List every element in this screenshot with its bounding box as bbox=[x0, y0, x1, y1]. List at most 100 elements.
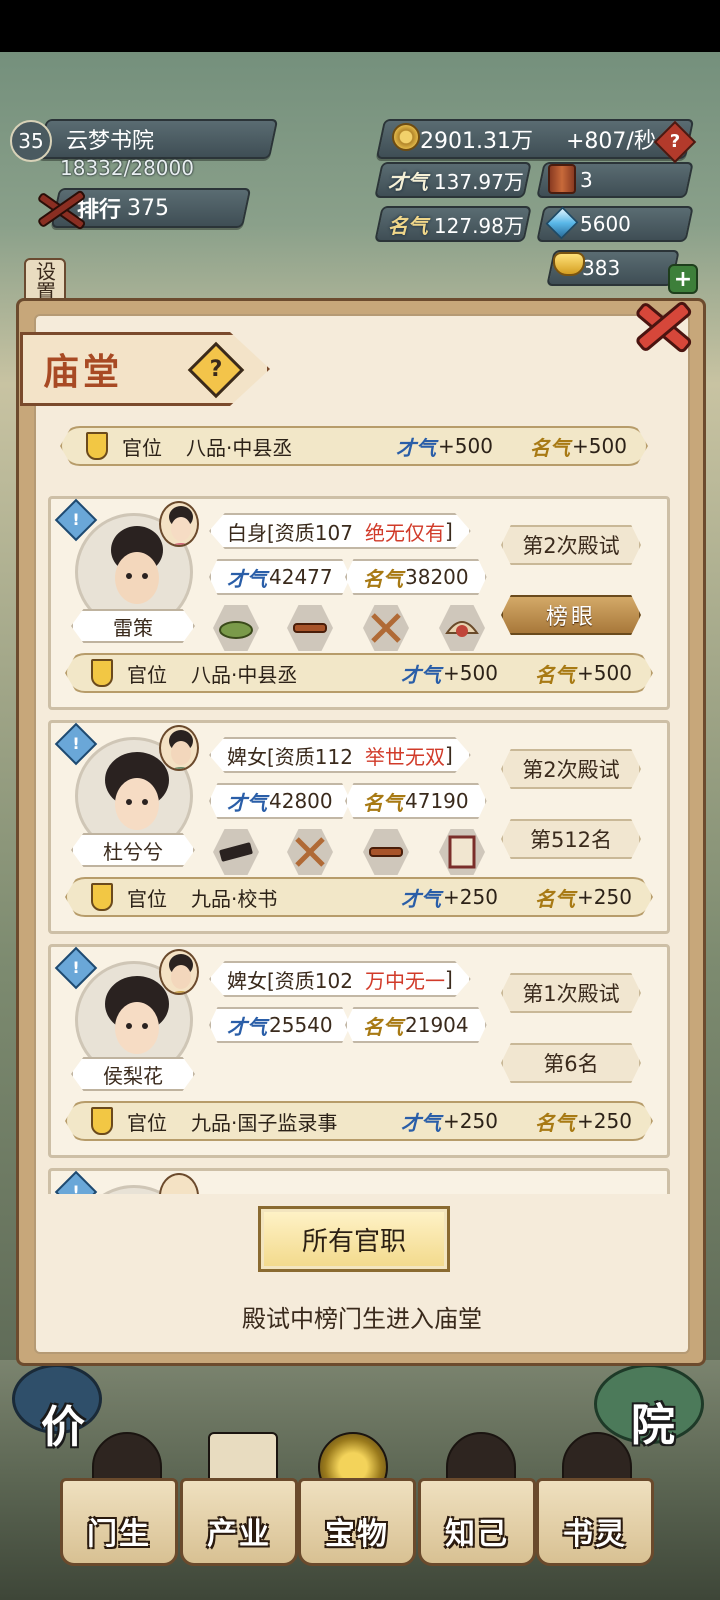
post-fame: 名气 +250 bbox=[535, 883, 632, 912]
fame-tag: 名气 38200 bbox=[345, 559, 487, 595]
scroll-frame-icon[interactable] bbox=[439, 829, 485, 875]
post-talent-value: +500 bbox=[438, 434, 493, 458]
post-talent-value: +250 bbox=[443, 885, 498, 909]
quality: 绝无仅有 bbox=[364, 520, 445, 545]
student-name: 雷策 bbox=[71, 609, 195, 643]
talent-label: 才气 bbox=[401, 662, 441, 687]
student-list[interactable]: 官位 八品·中县丞 才气 +500 名气 +500 ! 雷策 白身 [资质107 绝无仅… bbox=[46, 412, 674, 1194]
side-button-right[interactable]: 院 bbox=[594, 1364, 704, 1451]
placement-badge: 榜眼 bbox=[501, 595, 641, 635]
post-row: 官位 八品·中县丞 才气 +500 名气 +500 bbox=[65, 653, 653, 693]
talent-value: 42800 bbox=[269, 789, 333, 813]
coin-rate: +807/秒 bbox=[566, 129, 656, 154]
nav-book-spirits-label: 书灵 bbox=[563, 1517, 627, 1552]
student-name: 杜兮兮 bbox=[71, 833, 195, 867]
post-label: 官位 bbox=[127, 1110, 167, 1135]
nav-treasures[interactable]: 宝物 bbox=[298, 1478, 416, 1566]
talent-tag: 才气 42477 bbox=[209, 559, 351, 595]
nav-treasures-label: 宝物 bbox=[325, 1517, 389, 1552]
tag-close: ] bbox=[444, 519, 453, 543]
fame-label: 名气 bbox=[363, 790, 403, 815]
exam-tag: 第2次殿试 bbox=[501, 749, 641, 789]
talent-value: 42477 bbox=[269, 565, 333, 589]
status: 白身 bbox=[227, 520, 267, 545]
coins-value: 2901.31万 bbox=[420, 129, 533, 154]
post-row: 官位 九品·校书 才气 +250 名气 +250 bbox=[65, 877, 653, 917]
aptitude: [资质107 bbox=[267, 520, 353, 545]
coin-icon bbox=[392, 123, 420, 151]
fame-value: 38200 bbox=[405, 565, 469, 589]
student-name: 侯梨花 bbox=[71, 1057, 195, 1091]
crossed-swords-icon[interactable] bbox=[363, 605, 409, 651]
level-value: 35 bbox=[18, 129, 44, 153]
help-glyph: ? bbox=[209, 357, 223, 382]
nav-book-spirits[interactable]: 书灵 bbox=[536, 1478, 654, 1566]
post-label: 官位 bbox=[127, 886, 167, 911]
talent-label: 才气 bbox=[401, 886, 441, 911]
placement-badge: 第6名 bbox=[501, 1043, 641, 1083]
talent-label: 才气 bbox=[396, 435, 436, 460]
ink-stick-icon[interactable] bbox=[213, 829, 259, 875]
talent-tag: 才气 42800 bbox=[209, 783, 351, 819]
side-button-left[interactable]: 价 bbox=[12, 1364, 102, 1453]
fame-value: 21904 bbox=[405, 1013, 469, 1037]
student-status-tag: 婢女 [资质112 举世无双] bbox=[209, 737, 471, 773]
student-card[interactable]: ! 侯梨花 婢女 [资质102 万中无一] 才气 25540 名气 21904 第1次殿… bbox=[48, 944, 670, 1158]
post-talent: 才气 +250 bbox=[401, 883, 498, 912]
fame-tag: 名气 21904 bbox=[345, 1007, 487, 1043]
crossed-swords-icon[interactable] bbox=[287, 829, 333, 875]
fame-tag: 名气 47190 bbox=[345, 783, 487, 819]
post-fame-value: +500 bbox=[572, 434, 627, 458]
quality: 万中无一 bbox=[364, 968, 445, 993]
talent-value: 137.97万 bbox=[434, 169, 524, 194]
post-label: 官位 bbox=[127, 662, 167, 687]
tag-close: ] bbox=[444, 967, 453, 991]
post-label: 官位 bbox=[122, 435, 162, 460]
fame-plate: 名气 127.98万 bbox=[374, 206, 532, 242]
ranking-value: 375 bbox=[127, 195, 170, 221]
post-fame-value: +500 bbox=[577, 661, 632, 685]
placement-badge: 第512名 bbox=[501, 819, 641, 859]
exam-tag: 第1次殿试 bbox=[501, 973, 641, 1013]
quality: 举世无双 bbox=[364, 744, 445, 769]
post-talent-value: +500 bbox=[443, 661, 498, 685]
student-card[interactable]: ! bbox=[48, 1168, 670, 1194]
nav-students-label: 门生 bbox=[87, 1517, 151, 1552]
post-value: 八品·中县丞 bbox=[186, 435, 293, 460]
nav-students[interactable]: 门生 bbox=[60, 1478, 178, 1566]
post-fame-value: +250 bbox=[577, 1109, 632, 1133]
exam-tag: 第2次殿试 bbox=[501, 525, 641, 565]
academy-name: 云梦书院 bbox=[66, 129, 155, 154]
flute-icon[interactable] bbox=[287, 605, 333, 651]
fame-label: 名气 bbox=[388, 213, 428, 238]
aptitude: [资质112 bbox=[267, 744, 353, 769]
academy-progress: 18332/28000 bbox=[60, 156, 194, 180]
tag-close: ] bbox=[444, 743, 453, 767]
nav-industry-label: 产业 bbox=[207, 1517, 271, 1552]
flute-icon[interactable] bbox=[363, 829, 409, 875]
food-plate-icon[interactable] bbox=[213, 605, 259, 651]
scroll-icon bbox=[548, 164, 576, 194]
post-fame-value: +250 bbox=[577, 885, 632, 909]
panel-title: 庙堂 bbox=[43, 352, 124, 393]
add-ingot-button[interactable]: + bbox=[668, 264, 698, 294]
post-fame: 名气 +500 bbox=[535, 659, 632, 688]
nav-industry[interactable]: 产业 bbox=[180, 1478, 298, 1566]
student-card[interactable]: ! 杜兮兮 婢女 [资质112 举世无双] 才气 42800 名气 47190 第2次殿… bbox=[48, 720, 670, 934]
talent-label: 才气 bbox=[227, 566, 267, 591]
companion-avatar bbox=[159, 501, 199, 547]
student-card[interactable]: ! 雷策 白身 [资质107 绝无仅有] 才气 42477 名气 38200 第2次殿试 bbox=[48, 496, 670, 710]
nav-confidants-label: 知己 bbox=[445, 1517, 509, 1552]
nav-confidants[interactable]: 知己 bbox=[418, 1478, 536, 1566]
gold-ingot-icon bbox=[553, 252, 585, 276]
alert-icon[interactable]: ! bbox=[54, 1170, 98, 1194]
post-row-partial: 官位 八品·中县丞 才气 +500 名气 +500 bbox=[60, 426, 648, 466]
post-value: 九品·校书 bbox=[191, 886, 278, 911]
talent-tag: 才气 25540 bbox=[209, 1007, 351, 1043]
status-bar bbox=[0, 0, 720, 52]
panel-footer-text: 殿试中榜门生进入庙堂 bbox=[242, 1304, 482, 1333]
pearl-shell-icon[interactable] bbox=[439, 605, 485, 651]
close-icon[interactable] bbox=[628, 292, 698, 362]
all-posts-button[interactable]: 所有官职 bbox=[258, 1206, 450, 1272]
academy-name-plate[interactable]: 云梦书院 bbox=[37, 119, 279, 159]
